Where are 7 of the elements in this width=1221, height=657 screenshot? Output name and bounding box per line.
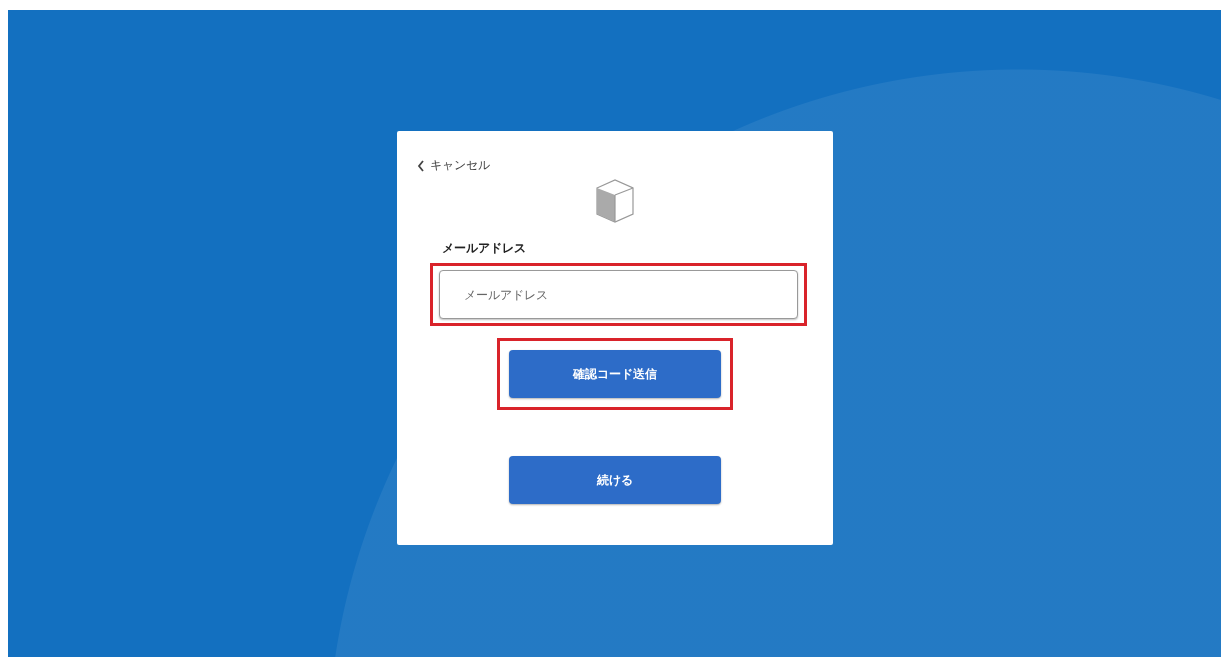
field-label: メールアドレス [441,240,526,257]
action-button[interactable]: 続ける [508,456,721,504]
chevron-left-icon [416,159,425,172]
email-field[interactable]: メールアドレス [438,270,798,319]
action-button[interactable]: 確認コード送信 [508,350,721,398]
cube-icon [594,178,635,224]
cancel-link[interactable]: キャンセル [416,157,490,174]
